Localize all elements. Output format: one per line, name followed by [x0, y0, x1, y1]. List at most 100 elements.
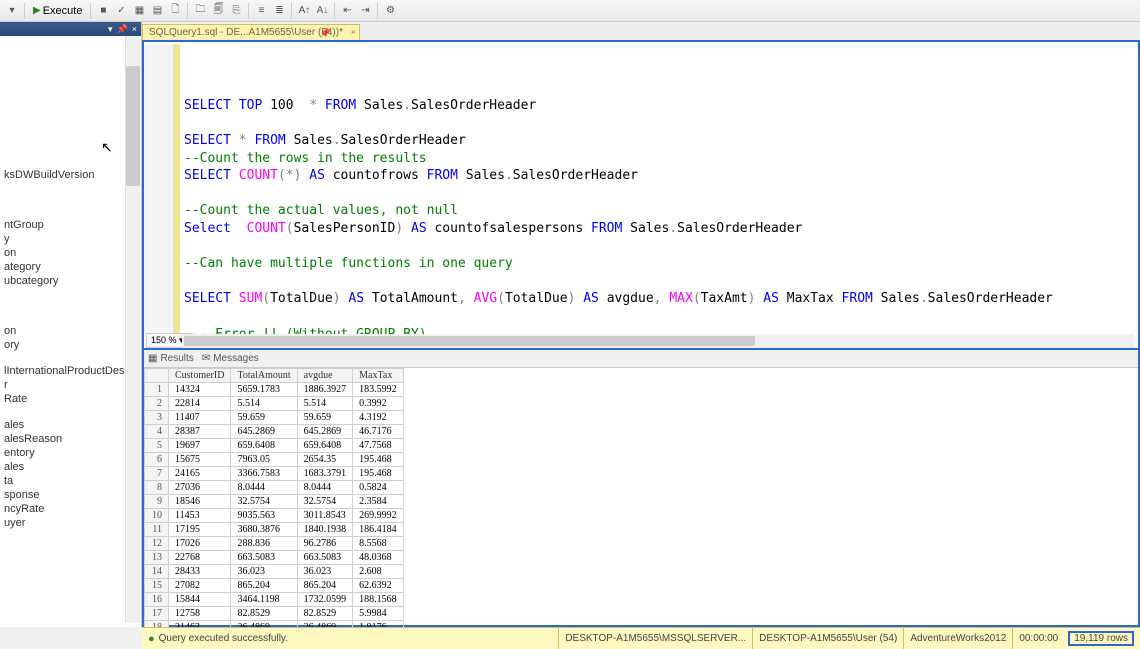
tree-item[interactable]	[2, 194, 139, 206]
tree-item[interactable]: ategory	[2, 260, 139, 274]
cell[interactable]: 11453	[169, 509, 231, 523]
cell[interactable]: 28387	[169, 425, 231, 439]
cell[interactable]: 663.5083	[231, 551, 297, 565]
cell[interactable]: 24165	[169, 467, 231, 481]
cell[interactable]: 659.6408	[297, 439, 353, 453]
tool-icon[interactable]: 🗀	[192, 3, 208, 19]
cell[interactable]: 36.023	[231, 565, 297, 579]
close-icon[interactable]: ×	[132, 24, 137, 34]
execute-button[interactable]: ▶ Execute	[29, 2, 86, 20]
tree-item[interactable]: ales	[2, 460, 139, 474]
cell[interactable]: 2.3584	[353, 495, 404, 509]
tree-item[interactable]: on	[2, 324, 139, 338]
cell[interactable]: 5.514	[231, 397, 297, 411]
tab-sqlquery1[interactable]: SQLQuery1.sql - DE...A1M5655\User (54))*…	[142, 24, 360, 40]
cell[interactable]: 269.9992	[353, 509, 404, 523]
table-row[interactable]: 428387645.2869645.286946.7176	[145, 425, 404, 439]
pin-icon[interactable]: 📌	[320, 28, 331, 39]
cell[interactable]: 5659.1783	[231, 383, 297, 397]
cell[interactable]: 48.0368	[353, 551, 404, 565]
cell[interactable]: 2.608	[353, 565, 404, 579]
cell[interactable]: 12758	[169, 607, 231, 621]
cell[interactable]: 47.7568	[353, 439, 404, 453]
tree-item[interactable]: Rate	[2, 392, 139, 406]
tab-results[interactable]: ▦ Results	[148, 353, 194, 364]
cell[interactable]: 36.023	[297, 565, 353, 579]
table-row[interactable]: 1322768663.5083663.508348.0368	[145, 551, 404, 565]
cell[interactable]: 32.5754	[297, 495, 353, 509]
table-row[interactable]: 519697659.6408659.640847.7568	[145, 439, 404, 453]
indent-left-icon[interactable]: ⇤	[339, 3, 355, 19]
column-header[interactable]: avgdue	[297, 369, 353, 383]
cell[interactable]: 18546	[169, 495, 231, 509]
settings-icon[interactable]: ⚙	[382, 3, 398, 19]
uncomment-icon[interactable]: ≣	[271, 3, 287, 19]
cell[interactable]: 865.204	[231, 579, 297, 593]
tree-item[interactable]	[2, 206, 139, 218]
cell[interactable]: 19697	[169, 439, 231, 453]
cell[interactable]: 1886.3927	[297, 383, 353, 397]
cell[interactable]: 22814	[169, 397, 231, 411]
tree-item[interactable]: lInternationalProductDescription	[2, 364, 139, 378]
pin-icon[interactable]: 📌	[117, 24, 128, 35]
cell[interactable]: 1732.0599	[297, 593, 353, 607]
cell[interactable]: 659.6408	[231, 439, 297, 453]
cell[interactable]: 46.7176	[353, 425, 404, 439]
cell[interactable]: 11407	[169, 411, 231, 425]
cell[interactable]: 188.1568	[353, 593, 404, 607]
cell[interactable]: 186.4184	[353, 523, 404, 537]
tree-item[interactable]: on	[2, 246, 139, 260]
cell[interactable]: 5.514	[297, 397, 353, 411]
table-row[interactable]: 31140759.65959.6594.3192	[145, 411, 404, 425]
tree-item[interactable]	[2, 300, 139, 312]
table-row[interactable]: 171275882.852982.85295.9984	[145, 607, 404, 621]
table-row[interactable]: 7241653366.75831683.3791195.468	[145, 467, 404, 481]
table-row[interactable]: 1217026288.83696.27868.5568	[145, 537, 404, 551]
table-row[interactable]: 10114539035.5633011.8543269.9992	[145, 509, 404, 523]
cell[interactable]: 15675	[169, 453, 231, 467]
object-tree[interactable]: ksDWBuildVersionntGroupyonategoryubcateg…	[0, 36, 141, 623]
cell[interactable]: 59.659	[297, 411, 353, 425]
table-row[interactable]: 16158443464.11981732.0599188.1568	[145, 593, 404, 607]
comment-icon[interactable]: ≡	[253, 3, 269, 19]
tree-item[interactable]	[2, 312, 139, 324]
cell[interactable]: 0.5824	[353, 481, 404, 495]
cell[interactable]: 8.0444	[231, 481, 297, 495]
column-header[interactable]: TotalAmount	[231, 369, 297, 383]
cell[interactable]: 1840.1938	[297, 523, 353, 537]
cell[interactable]: 27036	[169, 481, 231, 495]
cell[interactable]: 82.8529	[231, 607, 297, 621]
cell[interactable]: 96.2786	[297, 537, 353, 551]
cell[interactable]: 3464.1198	[231, 593, 297, 607]
cell[interactable]: 8.5568	[353, 537, 404, 551]
indent-right-icon[interactable]: ⇥	[357, 3, 373, 19]
tree-item[interactable]	[2, 406, 139, 418]
close-icon[interactable]: ×	[351, 27, 356, 37]
cell[interactable]: 62.6392	[353, 579, 404, 593]
cell[interactable]: 8.0444	[297, 481, 353, 495]
grid-icon[interactable]: ▦	[131, 3, 147, 19]
cell[interactable]: 865.204	[297, 579, 353, 593]
tree-item[interactable]: ales	[2, 418, 139, 432]
cell[interactable]: 183.5992	[353, 383, 404, 397]
file-icon[interactable]: 🗋	[167, 3, 183, 19]
cell[interactable]: 0.3992	[353, 397, 404, 411]
cell[interactable]: 32.5754	[231, 495, 297, 509]
cell[interactable]: 3011.8543	[297, 509, 353, 523]
cell[interactable]: 59.659	[231, 411, 297, 425]
tree-item[interactable]	[2, 352, 139, 364]
cell[interactable]: 3366.7583	[231, 467, 297, 481]
outdent-icon[interactable]: A↓	[314, 3, 330, 19]
indent-icon[interactable]: A↑	[296, 3, 312, 19]
check-icon[interactable]: ✓	[113, 3, 129, 19]
column-header[interactable]: MaxTax	[353, 369, 404, 383]
scroll-thumb[interactable]	[126, 66, 140, 186]
cell[interactable]: 645.2869	[297, 425, 353, 439]
table-row[interactable]: 142843336.02336.0232.608	[145, 565, 404, 579]
dropdown-icon[interactable]: ▾	[108, 24, 113, 35]
table-row[interactable]: 91854632.575432.57542.3584	[145, 495, 404, 509]
table-row[interactable]: 11171953680.38761840.1938186.4184	[145, 523, 404, 537]
cell[interactable]: 288.836	[231, 537, 297, 551]
cell[interactable]: 5.9984	[353, 607, 404, 621]
scrollbar-vertical[interactable]	[125, 36, 141, 623]
